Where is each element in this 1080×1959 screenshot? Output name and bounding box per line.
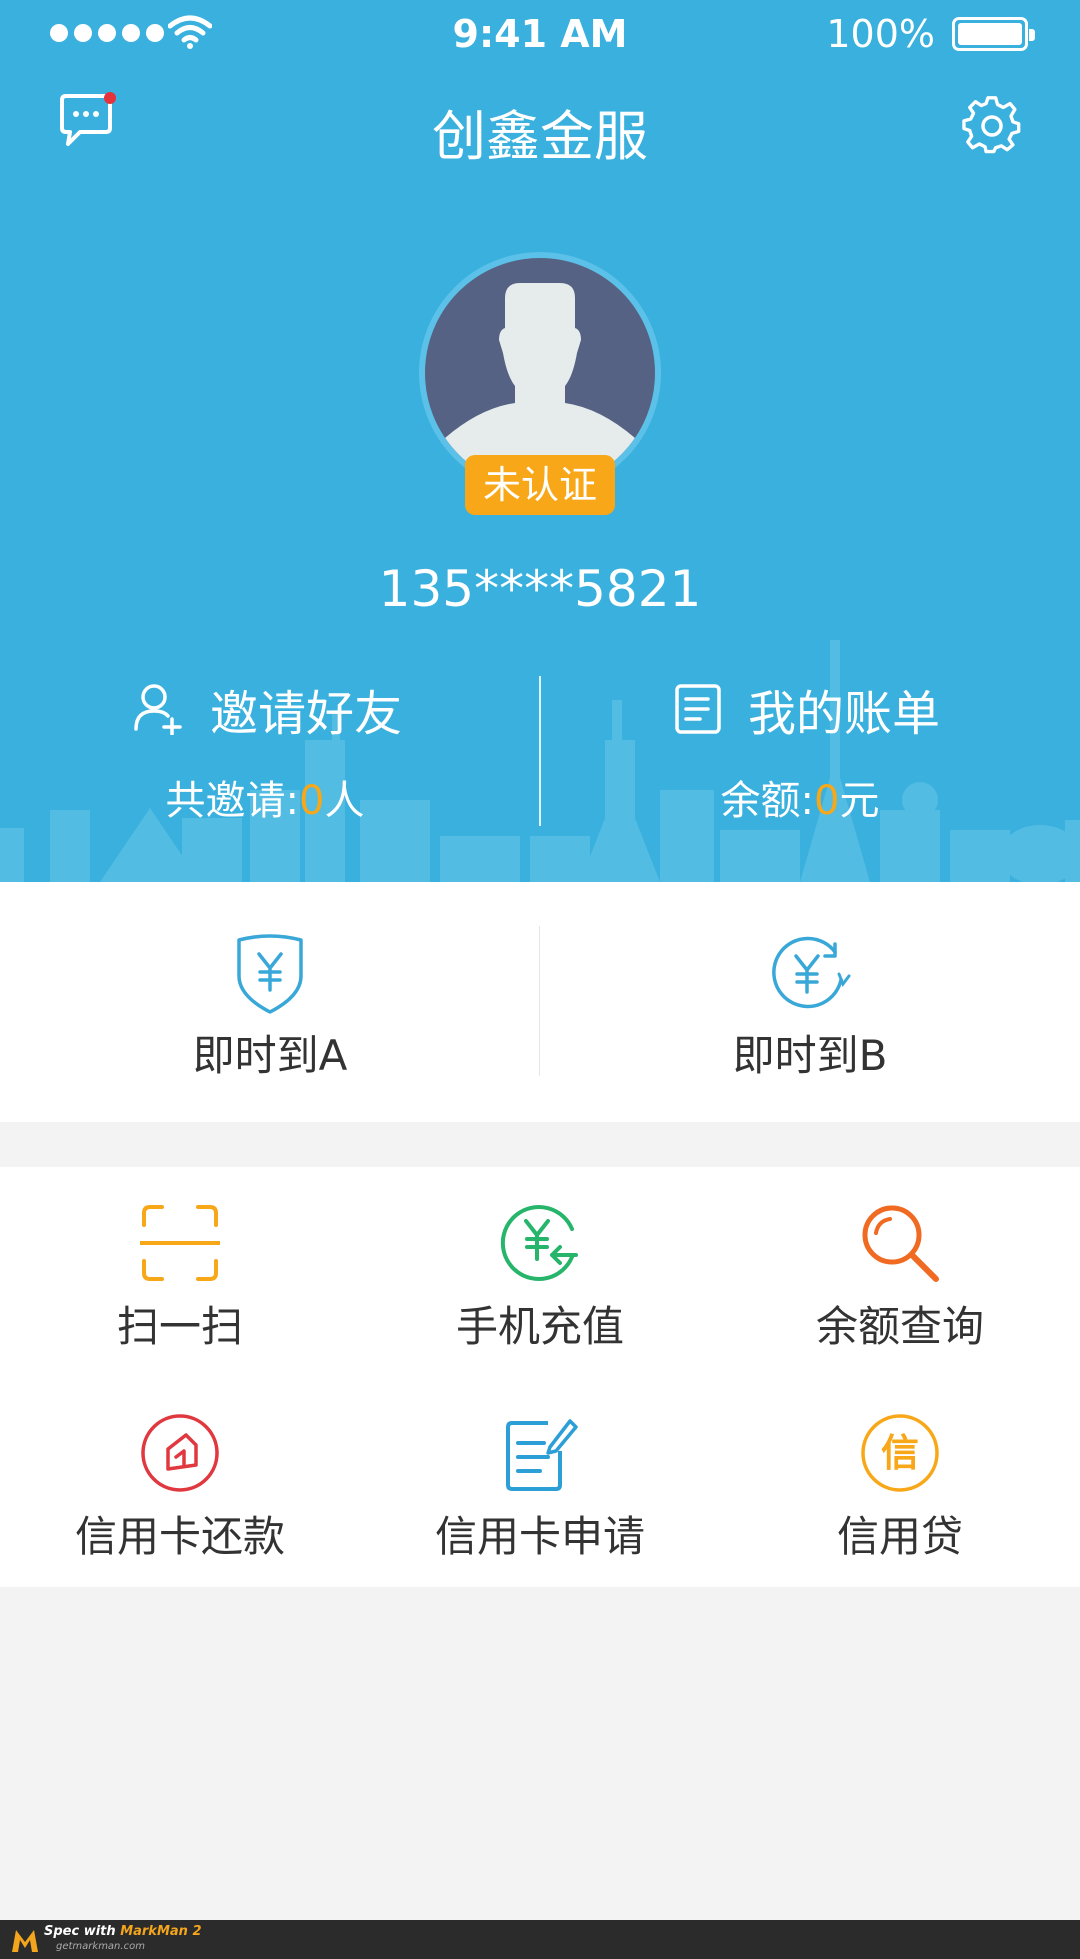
shield-yen-icon (237, 934, 303, 1014)
invite-count-suffix: 人 (324, 778, 365, 824)
add-user-icon (134, 684, 182, 735)
yen-refresh-icon (772, 936, 851, 1009)
credit-card-repayment-label: 信用卡还款 (74, 1512, 285, 1561)
app-screen: 9:41 AM 100% 创鑫金服 未认证 135****5821 邀请好友 我… (0, 0, 1080, 1959)
service-grid: 扫一扫 手机充值 余额查询 信用卡还款 信用卡申请 信 信用贷 (0, 1167, 1080, 1587)
scan-icon (140, 1205, 220, 1281)
user-silhouette-icon (445, 283, 635, 488)
credit-card-repayment-button[interactable]: 信用卡还款 (0, 1377, 360, 1587)
user-phone-number: 135****5821 (378, 560, 702, 618)
instant-transfer-a-label: 即时到A (192, 1031, 348, 1080)
markman-footer: Spec with MarkMan 2 getmarkman.com (0, 1920, 1080, 1959)
transfer-panel: 即时到A 即时到B (0, 882, 1080, 1122)
credit-card-application-button[interactable]: 信用卡申请 (360, 1377, 720, 1587)
profile-header: 9:41 AM 100% 创鑫金服 未认证 135****5821 邀请好友 我… (0, 0, 1080, 882)
instant-transfer-a-button[interactable]: 即时到A (0, 934, 540, 1083)
my-bill-label: 我的账单 (748, 686, 941, 742)
battery-icon (952, 17, 1035, 51)
balance-value: 0 (814, 778, 840, 824)
status-bar: 9:41 AM 100% (0, 0, 1080, 64)
balance-suffix: 元 (839, 778, 880, 824)
card-apply-icon (506, 1419, 578, 1491)
app-title: 创鑫金服 (432, 105, 648, 168)
credit-loan-label: 信用贷 (836, 1512, 963, 1561)
credit-loan-icon: 信 (861, 1414, 939, 1492)
bill-document-icon (675, 684, 721, 734)
recharge-icon (500, 1205, 578, 1281)
invite-friends-button[interactable]: 邀请好友 (134, 674, 402, 744)
invite-count-prefix: 共邀请: (165, 778, 300, 824)
invite-count-value: 0 (299, 778, 325, 824)
mobile-recharge-label: 手机充值 (455, 1302, 624, 1351)
scan-label: 扫一扫 (116, 1302, 243, 1351)
settings-gear-icon[interactable] (962, 96, 1022, 156)
balance-summary: 余额:0元 (540, 768, 1080, 826)
credit-loan-icon-glyph: 信 (881, 1431, 919, 1475)
markman-brand: Spec with MarkMan 2 (44, 1924, 202, 1939)
credit-loan-button[interactable]: 信 信用贷 (720, 1377, 1080, 1587)
mobile-recharge-button[interactable]: 手机充值 (360, 1167, 720, 1377)
markman-logo-icon (12, 1930, 38, 1952)
balance-query-label: 余额查询 (815, 1302, 984, 1351)
instant-transfer-b-label: 即时到B (732, 1031, 888, 1080)
invite-friends-label: 邀请好友 (210, 686, 403, 742)
credit-card-application-label: 信用卡申请 (434, 1512, 645, 1561)
balance-query-button[interactable]: 余额查询 (720, 1167, 1080, 1377)
balance-prefix: 余额: (720, 778, 815, 824)
brand-name: MarkMan 2 (120, 1924, 202, 1939)
invite-count: 共邀请:0人 (0, 768, 540, 826)
markman-site: getmarkman.com (56, 1941, 145, 1952)
search-icon (862, 1205, 939, 1282)
battery-percent: 100% (826, 12, 935, 56)
my-bill-button[interactable]: 我的账单 (674, 674, 940, 744)
verification-status-badge[interactable]: 未认证 (465, 455, 615, 515)
instant-transfer-b-button[interactable]: 即时到B (540, 934, 1080, 1083)
brand-prefix: Spec with (44, 1924, 116, 1939)
card-repay-icon (141, 1414, 219, 1492)
scan-button[interactable]: 扫一扫 (0, 1167, 360, 1377)
